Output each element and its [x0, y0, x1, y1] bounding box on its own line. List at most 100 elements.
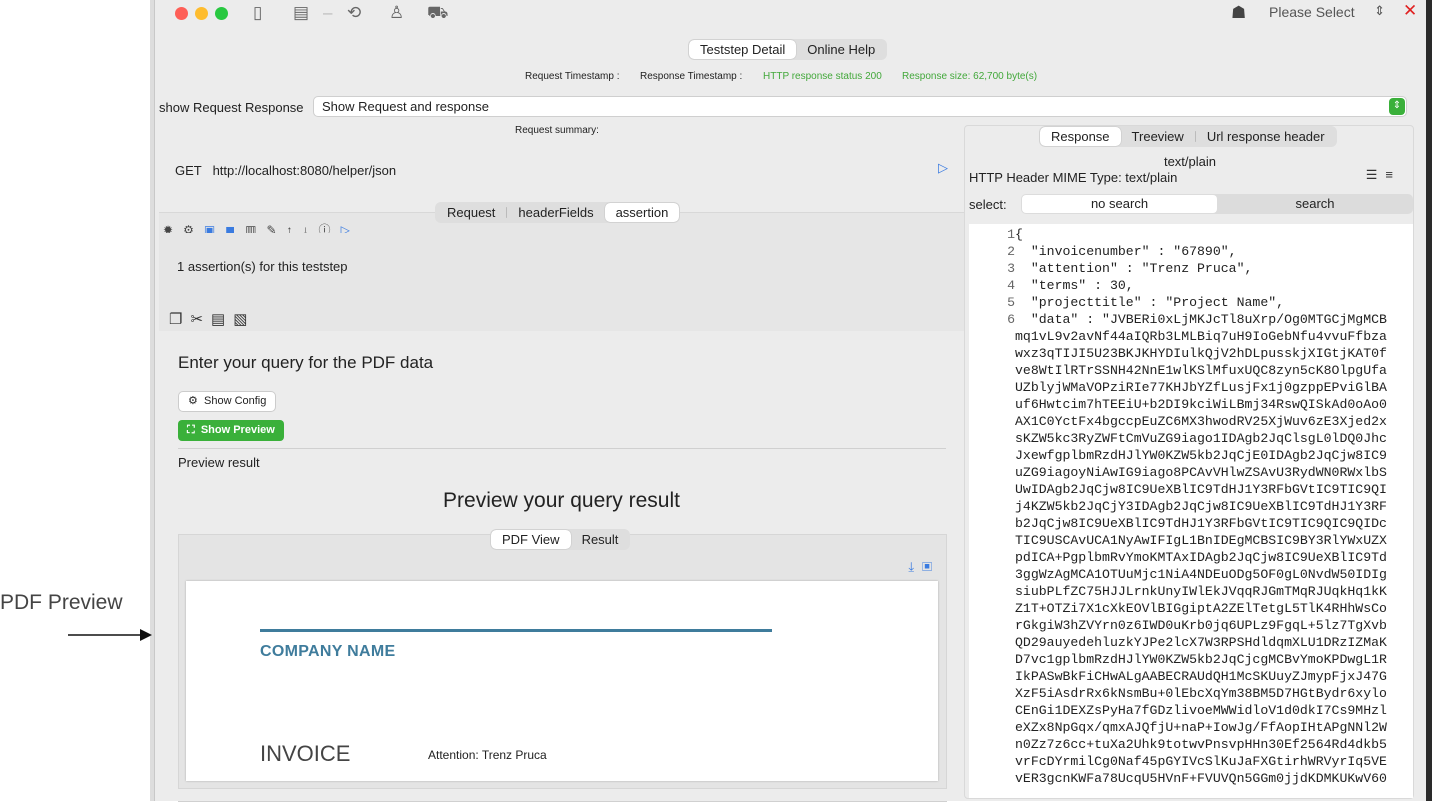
- request-panel: Request summary: GET http://localhost:80…: [155, 122, 964, 802]
- please-select-value: Please Select: [1269, 4, 1355, 20]
- play-icon[interactable]: ▷: [341, 223, 360, 233]
- response-tab-bar: Response Treeview Url response header: [1039, 126, 1337, 147]
- scissors-icon[interactable]: ✂: [190, 311, 211, 328]
- paste-icon[interactable]: ▤: [211, 311, 233, 328]
- minimize-window-button[interactable]: [195, 7, 208, 20]
- document-icon[interactable]: ▤: [293, 3, 309, 23]
- line-text: rGkgiW3hZVYrn0z6IWD0uKrb0jq6UPLz9FgqL+5l…: [1015, 618, 1387, 633]
- json-line: uZG9iagoyNiAwIG9iago8PCAvVHlwZSAvU3RydWN…: [969, 464, 1387, 481]
- close-window-button[interactable]: [175, 7, 188, 20]
- line-text: b2JqCjw8IC9UeXBlIC9TdHJ1Y3RFbGVtIC9TIC9Q…: [1015, 516, 1387, 531]
- tab-url-response-header[interactable]: Url response header: [1196, 127, 1336, 146]
- json-line: 1{: [969, 226, 1023, 243]
- line-number: 5: [1007, 295, 1015, 310]
- tab-assertion[interactable]: assertion: [604, 203, 680, 222]
- format-list-icon[interactable]: ☰: [1366, 167, 1386, 182]
- line-number: 6: [1007, 312, 1015, 327]
- edit-icon[interactable]: ✎: [266, 223, 286, 233]
- request-response-select[interactable]: Show Request and response ⇕: [313, 96, 1407, 117]
- json-line: uf6Hwtcim7hTEEiU+b2DI9kciWiLBmj34RswQISk…: [969, 396, 1387, 413]
- json-line: XzF5iAsdrRx6kNsmBu+0lEbcXqYm38BM5D7HGtBy…: [969, 685, 1387, 702]
- json-line: b2JqCjw8IC9UeXBlIC9TdHJ1Y3RFbGVtIC9TIC9Q…: [969, 515, 1387, 532]
- pdf-attention: Attention: Trenz Pruca: [428, 748, 547, 762]
- search-option[interactable]: search: [1217, 195, 1413, 213]
- copy-icon[interactable]: ❐: [169, 311, 190, 328]
- tab-online-help[interactable]: Online Help: [796, 40, 886, 59]
- annotation-label: PDF Preview: [0, 591, 123, 614]
- user-icon[interactable]: ♙: [389, 3, 404, 23]
- close-icon[interactable]: ✕: [1403, 1, 1417, 21]
- line-text: ve8WtIlRTrSSNH42NnE1wlKSlMfuxUQC8zyn5cK8…: [1015, 363, 1387, 378]
- list-icon[interactable]: ≡: [1385, 167, 1401, 182]
- edit-toolbar: ❐✂▤▧: [169, 310, 255, 328]
- please-select-dropdown[interactable]: Please Select ⇕: [1261, 2, 1393, 24]
- json-line: sKZW5kc3RyZWFtCmVuZG9iago1IDAgb2JqClsgL0…: [969, 430, 1387, 447]
- sync-icon[interactable]: ⟲: [347, 3, 361, 23]
- line-text: n0Zz7z6cc+tuXa2Uhk9totwvPnsvpHHn30Ef2564…: [1015, 737, 1387, 752]
- json-line: vER3gcnKWFa78UcqU5HVnF+FVUVQn5GGm0jjdKDM…: [969, 770, 1387, 787]
- line-text: {: [1015, 227, 1023, 242]
- http-status-text: HTTP response status 200: [763, 71, 882, 82]
- tab-response[interactable]: Response: [1040, 127, 1121, 146]
- tab-treeview[interactable]: Treeview: [1121, 127, 1195, 146]
- select-label: select:: [969, 197, 1007, 212]
- pdf-header-rule: [260, 629, 772, 632]
- reptile-logo-icon: ☗: [1231, 3, 1247, 22]
- info-icon[interactable]: ⓘ: [319, 223, 341, 233]
- show-config-button[interactable]: ⚙ Show Config: [178, 391, 277, 412]
- query-area: Enter your query for the PDF data ⚙ Show…: [159, 331, 964, 802]
- json-line: D7vc1gplbmRzdHJlYW0KZW5kb2JqCjcgMCBvYmoK…: [969, 651, 1387, 668]
- top-tab-bar: Teststep Detail Online Help: [688, 39, 888, 60]
- assertion-toolbar: ✹⚙▣◼▥✎↑↓ⓘ▷: [163, 221, 360, 233]
- tab-pdf-view[interactable]: PDF View: [491, 530, 571, 549]
- response-timestamp-label: Response Timestamp :: [640, 71, 743, 82]
- show-preview-button[interactable]: ⛶ Show Preview: [178, 420, 284, 441]
- json-viewer[interactable]: 1{2 "invoicenumber" : "67890", 3 "attenti…: [969, 224, 1413, 798]
- image-icon[interactable]: ▣: [204, 223, 225, 233]
- json-line: siubPLfZC75HJJLrnkUnyIWlEkJVqqRJGmTMqRJU…: [969, 583, 1387, 600]
- request-response-value: Show Request and response: [322, 99, 489, 114]
- line-text: "attention" : "Trenz Pruca",: [1015, 261, 1253, 276]
- request-url[interactable]: http://localhost:8080/helper/json: [213, 163, 397, 178]
- play-icon[interactable]: ▷: [938, 160, 948, 176]
- no-search-option[interactable]: no search: [1022, 195, 1217, 213]
- pdf-invoice-heading: INVOICE: [260, 741, 351, 766]
- json-line: 5 "projecttitle" : "Project Name",: [969, 294, 1284, 311]
- tab-request[interactable]: Request: [436, 203, 506, 222]
- chevron-updown-icon: ⇕: [1389, 98, 1405, 115]
- settings-icon[interactable]: ⚙: [183, 223, 204, 233]
- json-line: QD29auyedehluzkYJPe2lcX7W3RPSHdldqmXLU1D…: [969, 634, 1387, 651]
- line-text: "projecttitle" : "Project Name",: [1015, 295, 1285, 310]
- line-text: QD29auyedehluzkYJPe2lcX7W3RPSHdldqmXLU1D…: [1015, 635, 1387, 650]
- line-text: eXZx8NpGqx/qmxAJQfjU+naP+IowJg/FfAopIHtA…: [1015, 720, 1387, 735]
- bug-icon[interactable]: ✹: [163, 223, 183, 233]
- line-text: TIC9USCAvUCA1NyAwIFIgL1BnIDEgMCBSIC9BY3R…: [1015, 533, 1387, 548]
- tab-headerfields[interactable]: headerFields: [507, 203, 604, 222]
- line-text: IkPASwBkFiCHwALgAABECRAUdQH1McSKUuyZJmyp…: [1015, 669, 1387, 684]
- sidebar-icon[interactable]: ▯: [253, 3, 262, 23]
- trash-icon[interactable]: ▥: [245, 223, 266, 233]
- line-text: siubPLfZC75HJJLrnkUnyIWlEkJVqqRJGmTMqRJU…: [1015, 584, 1387, 599]
- updown-chevron-icon: ⇕: [1374, 3, 1385, 18]
- zoom-window-button[interactable]: [215, 7, 228, 20]
- image-icon[interactable]: ▣: [922, 559, 940, 574]
- line-text: AX1C0YctFx4bgccpEuZC6MX3hwodRV25XjWuv6zE…: [1015, 414, 1387, 429]
- line-text: vrFcDYrmilCg0Naf45pGYIVcSlKuJaFXGtirhWRV…: [1015, 754, 1387, 769]
- annotation-area: PDF Preview: [0, 0, 154, 801]
- download-icon[interactable]: ⤓: [908, 559, 922, 574]
- divider: [178, 448, 946, 449]
- arrow-up-icon[interactable]: ↑: [287, 223, 303, 233]
- save-icon[interactable]: ◼: [225, 223, 245, 233]
- tab-result[interactable]: Result: [571, 530, 630, 549]
- cart-icon[interactable]: ⛟: [427, 3, 448, 23]
- line-text: mq1vL9v2avNf44aIQRb3LMLBiq7uH9IoGebNfu4v…: [1015, 329, 1387, 344]
- mime-type-title: text/plain: [1163, 154, 1217, 169]
- json-line: 3 "attention" : "Trenz Pruca",: [969, 260, 1252, 277]
- json-line: wxz3qTIJI5U23BKJKHYDIulkQjV2hDLpusskjXIG…: [969, 345, 1387, 362]
- line-text: "invoicenumber" : "67890",: [1015, 244, 1237, 259]
- tab-teststep-detail[interactable]: Teststep Detail: [689, 40, 797, 59]
- arrow-down-icon[interactable]: ↓: [303, 223, 319, 233]
- line-text: "terms" : 30,: [1015, 278, 1134, 293]
- clipboard-icon[interactable]: ▧: [233, 311, 255, 328]
- show-config-label: Show Config: [204, 395, 267, 407]
